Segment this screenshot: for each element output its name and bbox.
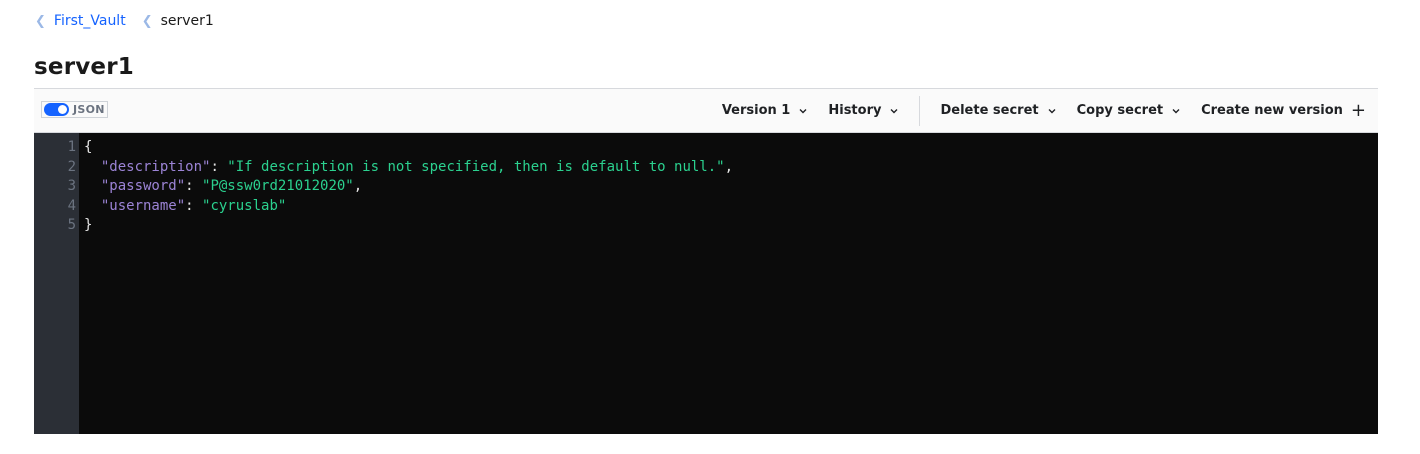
line-number: 1: [67, 139, 76, 155]
json-sep: :: [210, 158, 228, 175]
brace-open: {: [84, 139, 93, 155]
json-value: "If description is not specified, then i…: [227, 158, 725, 175]
toolbar-actions: Version 1 History Delete secret Copy sec…: [712, 89, 1378, 132]
version-dropdown[interactable]: Version 1: [712, 89, 819, 132]
json-sep: :: [185, 197, 203, 214]
delete-secret-label: Delete secret: [940, 103, 1039, 118]
page-title: server1: [34, 54, 134, 80]
code-line: "username": "cyruslab": [84, 197, 1378, 217]
json-value: "cyruslab": [202, 197, 287, 214]
history-dropdown-label: History: [828, 103, 882, 118]
line-number: 5: [67, 217, 76, 234]
breadcrumb-link-vault[interactable]: First_Vault: [54, 13, 126, 29]
line-number: 3: [67, 178, 76, 195]
breadcrumb: ❮ First_Vault ❮ server1: [35, 13, 214, 29]
json-key: "description": [100, 158, 211, 175]
code-area[interactable]: { "description": "If description is not …: [79, 133, 1378, 434]
history-dropdown[interactable]: History: [818, 89, 909, 132]
line-number: 2: [67, 158, 76, 175]
create-new-version-button[interactable]: Create new version +: [1191, 89, 1378, 132]
delete-secret-dropdown[interactable]: Delete secret: [930, 89, 1066, 132]
json-toggle-label: JSON: [73, 103, 105, 116]
chevron-down-icon: [799, 108, 807, 113]
toggle-switch-icon: [44, 103, 69, 116]
copy-secret-dropdown[interactable]: Copy secret: [1067, 89, 1191, 132]
code-line: {: [84, 138, 1378, 158]
chevron-down-icon: [890, 108, 898, 113]
json-toggle[interactable]: JSON: [41, 101, 108, 118]
json-comma: ,: [353, 178, 363, 195]
chevron-left-icon: ❮: [35, 13, 46, 29]
line-number: 4: [67, 197, 76, 214]
version-dropdown-label: Version 1: [721, 103, 791, 118]
chevron-left-icon: ❮: [141, 13, 153, 29]
code-line: "description": "If description is not sp…: [84, 158, 1378, 178]
json-sep: :: [185, 178, 203, 195]
code-line: "password": "P@ssw0rd21012020",: [84, 177, 1378, 197]
secret-toolbar: JSON Version 1 History Delete secret Cop…: [34, 88, 1378, 133]
plus-icon: +: [1350, 99, 1366, 121]
line-number-gutter: 1 2 3 4 5: [34, 133, 79, 434]
create-new-version-label: Create new version: [1201, 103, 1343, 118]
json-key: "password": [100, 178, 186, 195]
breadcrumb-current: server1: [160, 13, 214, 29]
chevron-down-icon: [1048, 108, 1056, 113]
copy-secret-label: Copy secret: [1076, 103, 1164, 118]
toolbar-divider: [919, 95, 921, 126]
json-value: "P@ssw0rd21012020": [202, 178, 354, 195]
brace-close: }: [84, 217, 93, 234]
json-comma: ,: [724, 158, 734, 175]
code-line: }: [84, 216, 1378, 236]
toggle-knob: [58, 105, 67, 114]
json-editor[interactable]: 1 2 3 4 5 { "description": "If descripti…: [34, 133, 1378, 434]
chevron-down-icon: [1172, 108, 1180, 113]
json-key: "username": [100, 197, 186, 214]
